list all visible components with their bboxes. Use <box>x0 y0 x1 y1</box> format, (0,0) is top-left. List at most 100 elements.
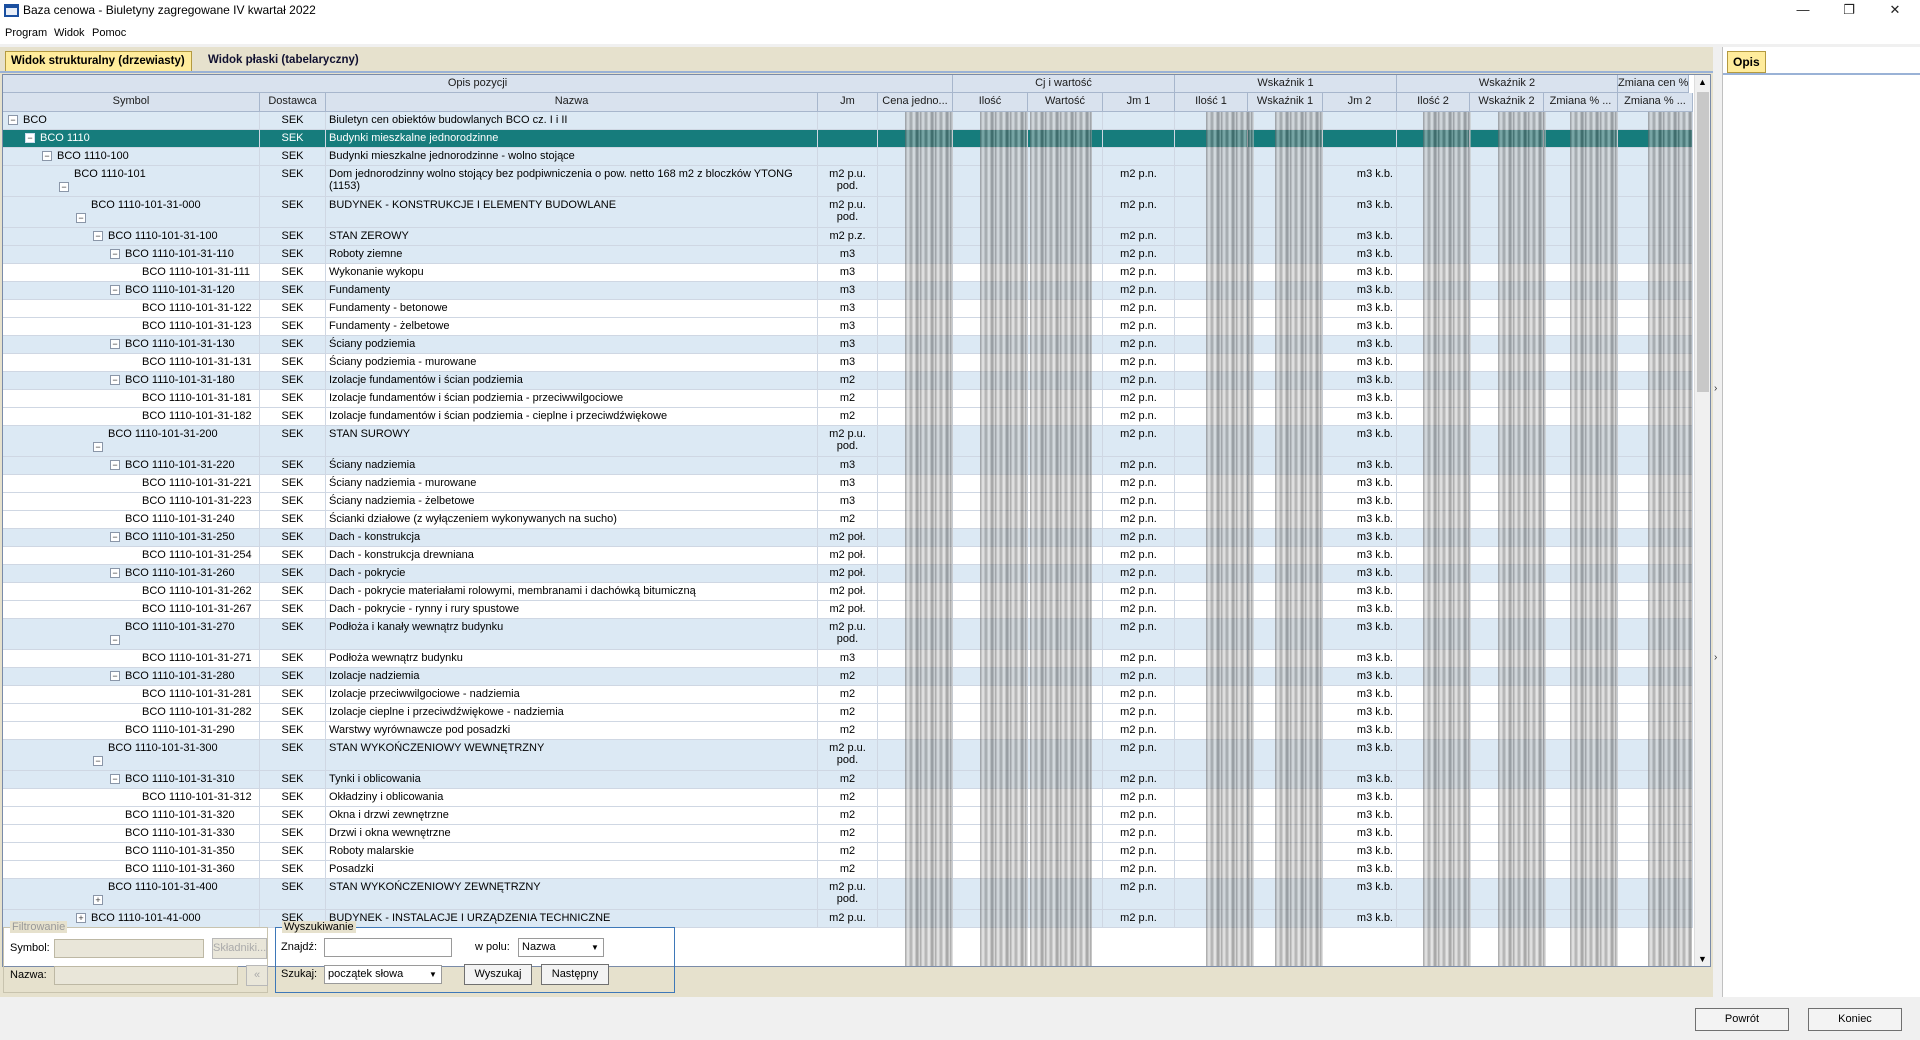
collapse-icon[interactable]: − <box>59 182 69 192</box>
vertical-scrollbar[interactable]: ▲ ▼ <box>1694 75 1710 966</box>
nastepny-button[interactable]: Następny <box>541 964 609 985</box>
column-header[interactable]: Ilość 1 <box>1175 93 1248 112</box>
column-header[interactable]: Symbol <box>3 93 260 112</box>
collapse-icon[interactable]: − <box>93 756 103 766</box>
scroll-up-icon[interactable]: ▲ <box>1698 77 1707 87</box>
tab-tree-view[interactable]: Widok strukturalny (drzewiasty) <box>5 51 192 71</box>
unit1-cell: m2 p.n. <box>1103 197 1175 227</box>
unit1-cell: m2 p.n. <box>1103 879 1175 909</box>
menu-program[interactable]: Program <box>5 27 47 39</box>
group-header: Opis pozycji <box>3 75 953 93</box>
collapse-icon[interactable]: − <box>110 285 120 295</box>
wyszukaj-button[interactable]: Wyszukaj <box>464 964 532 985</box>
symbol-text: BCO 1110-101-31-120 <box>125 284 235 296</box>
unit1-cell: m2 p.n. <box>1103 264 1175 281</box>
unit1-cell: m2 p.n. <box>1103 166 1175 196</box>
unit2-cell: m3 k.b. <box>1323 565 1397 582</box>
name-cell: Fundamenty - żelbetowe <box>326 318 818 335</box>
symbol-text: BCO 1110-101-31-281 <box>142 688 252 700</box>
expand-icon[interactable]: + <box>93 895 103 905</box>
unit-cell: m2 p.u. pod. <box>818 166 878 196</box>
collapse-icon[interactable]: − <box>25 133 35 143</box>
collapse-icon[interactable]: − <box>110 339 120 349</box>
unit2-cell: m3 k.b. <box>1323 166 1397 196</box>
column-header[interactable]: Cena jedno... <box>878 93 953 112</box>
menu-pomoc[interactable]: Pomoc <box>92 27 126 39</box>
column-header[interactable]: Jm 2 <box>1323 93 1397 112</box>
tab-flat-view[interactable]: Widok płaski (tabelaryczny) <box>203 51 365 71</box>
unit-cell: m2 poł. <box>818 547 878 564</box>
symbol-cell: BCO 1110-101-31-312 <box>3 789 260 806</box>
column-header[interactable]: Jm <box>818 93 878 112</box>
search-group: Wyszukiwanie Znajdź: w polu: Nazwa ▼ Szu… <box>275 921 675 993</box>
column-header[interactable]: Ilość <box>953 93 1028 112</box>
scrollbar-thumb[interactable] <box>1697 92 1709 392</box>
column-header[interactable]: Wskaźnik 1 <box>1248 93 1323 112</box>
collapse-icon[interactable]: − <box>110 774 120 784</box>
collapse-icon[interactable]: − <box>110 532 120 542</box>
collapse-icon[interactable]: − <box>42 151 52 161</box>
supplier-cell: SEK <box>260 336 326 353</box>
menu-widok[interactable]: Widok <box>54 27 85 39</box>
unit2-cell: m3 k.b. <box>1323 408 1397 425</box>
unit2-cell <box>1323 112 1397 129</box>
minimize-button[interactable]: — <box>1780 0 1826 22</box>
name-cell: STAN SUROWY <box>326 426 818 456</box>
powrot-button[interactable]: Powrót <box>1695 1008 1789 1031</box>
expand-icon[interactable]: + <box>76 913 86 923</box>
collapse-icon[interactable]: − <box>110 460 120 470</box>
collapse-icon[interactable]: − <box>93 231 103 241</box>
column-header[interactable]: Wartość <box>1028 93 1103 112</box>
symbol-cell: − BCO 1110-101-31-100 <box>3 228 260 245</box>
search-input[interactable] <box>324 938 452 957</box>
supplier-cell: SEK <box>260 228 326 245</box>
unit2-cell: m3 k.b. <box>1323 861 1397 878</box>
collapse-icon[interactable]: − <box>110 671 120 681</box>
column-header[interactable]: Jm 1 <box>1103 93 1175 112</box>
unit1-cell: m2 p.n. <box>1103 771 1175 788</box>
collapse-icon[interactable]: − <box>110 249 120 259</box>
scroll-down-icon[interactable]: ▼ <box>1698 954 1707 964</box>
supplier-cell: SEK <box>260 246 326 263</box>
symbol-text: BCO 1110-101-31-320 <box>125 809 235 821</box>
search-mode-select[interactable]: początek słowa ▼ <box>324 965 442 984</box>
name-cell: Roboty malarskie <box>326 843 818 860</box>
symbol-text: BCO 1110-101-31-360 <box>125 863 235 875</box>
unit1-cell: m2 p.n. <box>1103 475 1175 492</box>
column-header[interactable]: Wskaźnik 2 <box>1470 93 1544 112</box>
collapse-icon[interactable]: − <box>110 568 120 578</box>
field-select[interactable]: Nazwa ▼ <box>518 938 604 957</box>
price-grid[interactable]: Opis pozycji Cj i wartość Wskaźnik 1 Wskaźn… <box>2 74 1711 967</box>
collapse-icon[interactable]: − <box>8 115 18 125</box>
expand-right-icon[interactable]: › <box>1714 652 1717 663</box>
maximize-button[interactable]: ❐ <box>1826 0 1872 22</box>
close-button[interactable]: ✕ <box>1872 0 1918 22</box>
collapse-icon[interactable]: − <box>76 213 86 223</box>
unit-cell: m3 <box>818 264 878 281</box>
supplier-cell: SEK <box>260 166 326 196</box>
symbol-cell: − BCO 1110-101-31-260 <box>3 565 260 582</box>
symbol-text: BCO 1110-101-31-200 <box>108 428 218 440</box>
koniec-button[interactable]: Koniec <box>1808 1008 1902 1031</box>
symbol-text: BCO <box>23 114 47 126</box>
unit1-cell: m2 p.n. <box>1103 336 1175 353</box>
name-cell: Ściany podziemia - murowane <box>326 354 818 371</box>
symbol-text: BCO 1110-101-31-312 <box>142 791 252 803</box>
unit2-cell: m3 k.b. <box>1323 354 1397 371</box>
column-header[interactable]: Ilość 2 <box>1397 93 1470 112</box>
column-header[interactable]: Zmiana % ... <box>1618 93 1693 112</box>
column-header[interactable]: Dostawca <box>260 93 326 112</box>
expand-right-icon[interactable]: › <box>1714 383 1717 394</box>
name-cell: Podłoża i kanały wewnątrz budynku <box>326 619 818 649</box>
unit-cell: m2 <box>818 861 878 878</box>
column-header[interactable]: Nazwa <box>326 93 818 112</box>
collapse-icon[interactable]: − <box>93 442 103 452</box>
collapse-icon[interactable]: − <box>110 635 120 645</box>
column-header[interactable]: Zmiana % ... <box>1544 93 1618 112</box>
unit-cell: m2 <box>818 390 878 407</box>
unit1-cell: m2 p.n. <box>1103 861 1175 878</box>
name-cell: Izolacje cieplne i przeciwdźwiękowe - na… <box>326 704 818 721</box>
collapse-icon[interactable]: − <box>110 375 120 385</box>
unit1-cell: m2 p.n. <box>1103 457 1175 474</box>
tab-opis[interactable]: Opis <box>1727 51 1766 73</box>
